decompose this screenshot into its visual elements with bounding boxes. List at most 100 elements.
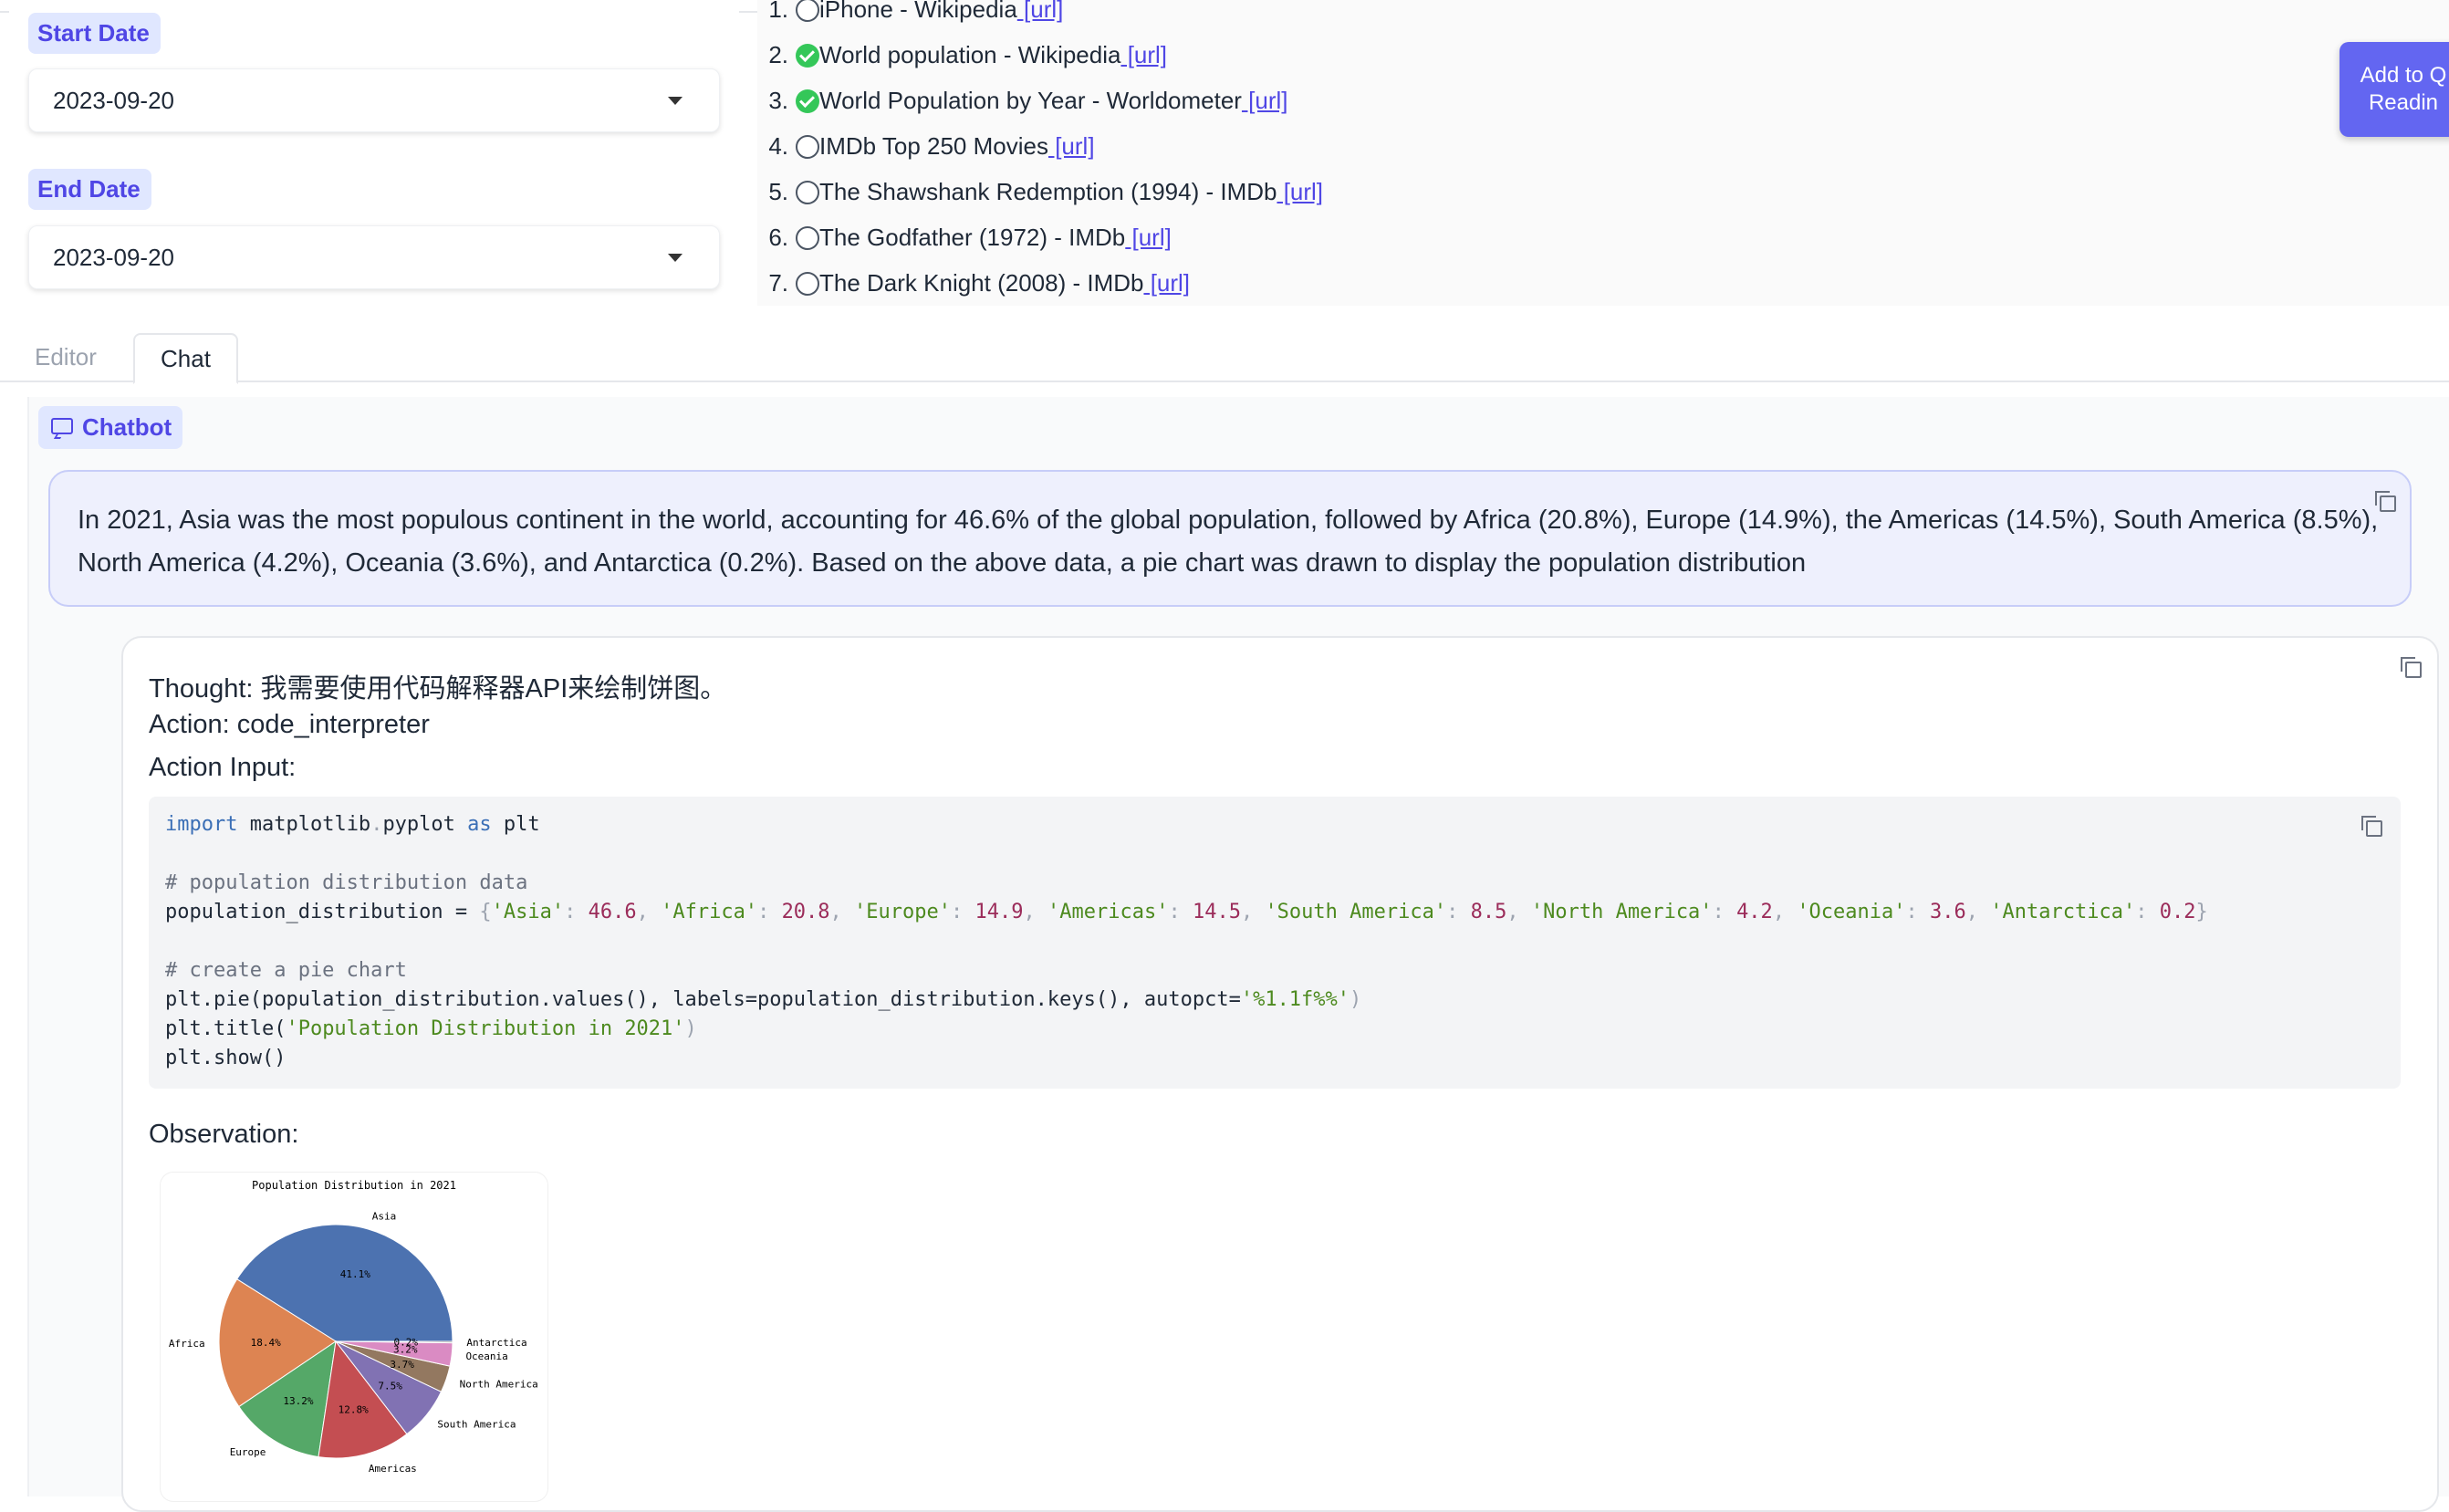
result-title: World Population by Year - Worldometer	[819, 87, 1242, 114]
bot-action: Action: code_interpreter	[149, 710, 430, 739]
tab-chat[interactable]: Chat	[133, 333, 238, 384]
bot-action-input-label: Action Input:	[149, 753, 297, 782]
pie-percent-label: 3.7%	[390, 1359, 414, 1371]
code-module: matplotlib	[237, 813, 371, 836]
result-url-link[interactable]: [url]	[1242, 87, 1287, 114]
empty-circle-icon[interactable]	[796, 272, 819, 296]
result-url-link[interactable]: [url]	[1048, 132, 1094, 160]
code-string: 'Oceania'	[1797, 901, 1906, 923]
code-number: 14.9	[974, 901, 1024, 923]
result-title: IMDb Top 250 Movies	[819, 132, 1048, 160]
start-date-label: Start Date	[28, 13, 161, 54]
code-pie-call: plt.pie(population_distribution.values()…	[165, 988, 1241, 1011]
code-line-2: # population distribution data	[165, 871, 528, 894]
code-number: 0.2	[2159, 901, 2196, 923]
result-url-link[interactable]: [url]	[1120, 41, 1167, 68]
code-colon: :	[1168, 901, 1193, 923]
end-date-value: 2023-09-20	[53, 244, 174, 271]
pie-percent-label: 7.5%	[378, 1380, 402, 1392]
code-colon: :	[1905, 901, 1931, 923]
chatbot-label: Chatbot	[38, 406, 183, 449]
code-module-2: pyplot	[382, 813, 468, 836]
code-string: 'Europe'	[854, 901, 952, 923]
code-colon: :	[951, 901, 975, 923]
code-assign: population_distribution =	[165, 901, 480, 923]
empty-circle-icon[interactable]	[796, 0, 819, 22]
start-date-value: 2023-09-20	[53, 87, 174, 114]
result-item: 1. iPhone - Wikipedia [url]	[766, 0, 1063, 24]
code-string: 'South America'	[1265, 901, 1447, 923]
pie-percent-label: 13.2%	[283, 1395, 313, 1407]
add-to-reading-button[interactable]: Add to Q Readin	[2340, 42, 2449, 137]
code-line-1: import matplotlib.pyplot as plt	[165, 813, 540, 836]
result-number: 5.	[768, 178, 788, 205]
code-string: 'Asia'	[491, 901, 565, 923]
code-number: 14.5	[1192, 901, 1241, 923]
code-string: '%1.1f%%'	[1240, 988, 1350, 1011]
result-title: The Dark Knight (2008) - IMDb	[819, 269, 1144, 297]
result-item: 4. IMDb Top 250 Movies [url]	[766, 131, 1094, 161]
code-comma: ,	[1240, 901, 1266, 923]
chevron-down-icon	[668, 97, 683, 105]
copy-icon[interactable]	[2401, 657, 2422, 678]
pie-category-label: Oceania	[465, 1350, 507, 1362]
result-item: 5. The Shawshank Redemption (1994) - IMDb…	[766, 177, 1323, 206]
code-paren: )	[684, 1017, 697, 1040]
code-number: 4.2	[1736, 901, 1773, 923]
check-circle-icon[interactable]	[796, 44, 819, 68]
empty-circle-icon[interactable]	[796, 135, 819, 159]
pie-category-label: Asia	[372, 1210, 397, 1222]
result-url-link[interactable]: [url]	[1143, 269, 1190, 297]
code-alias: plt	[491, 813, 540, 836]
result-url-link[interactable]: [url]	[1125, 224, 1171, 251]
pie-percent-label: 12.8%	[339, 1403, 369, 1415]
empty-circle-icon[interactable]	[796, 181, 819, 204]
code-brace: }	[2195, 901, 2208, 923]
code-line-7: plt.show()	[165, 1047, 287, 1069]
end-date-select[interactable]: 2023-09-20	[28, 225, 720, 289]
end-date-label: End Date	[28, 169, 151, 210]
code-string: 'Americas'	[1047, 901, 1169, 923]
user-message: In 2021, Asia was the most populous cont…	[48, 470, 2412, 607]
tab-editor[interactable]: Editor	[9, 333, 122, 381]
code-number: 46.6	[588, 901, 637, 923]
bot-observation-label: Observation:	[149, 1120, 299, 1149]
code-line-5: plt.pie(population_distribution.values()…	[165, 988, 1361, 1011]
check-circle-icon[interactable]	[796, 89, 819, 113]
code-comma: ,	[1772, 901, 1798, 923]
pie-percent-label: 18.4%	[251, 1337, 281, 1349]
result-title: iPhone - Wikipedia	[819, 0, 1017, 23]
result-item: 7. The Dark Knight (2008) - IMDb [url]	[766, 268, 1190, 297]
pie-category-label: North America	[460, 1378, 538, 1390]
result-url-link[interactable]: [url]	[1017, 0, 1063, 23]
copy-icon[interactable]	[2361, 816, 2382, 837]
result-url-link[interactable]: [url]	[1277, 178, 1323, 205]
pie-category-label: Africa	[169, 1338, 205, 1350]
result-number: 4.	[768, 132, 788, 160]
result-number: 1.	[768, 0, 788, 23]
code-string: 'Africa'	[661, 901, 758, 923]
pie-chart-image: Population Distribution in 2021 41.1% Asia…	[161, 1173, 547, 1501]
pie-category-label: Antarctica	[466, 1337, 526, 1349]
result-item: 6. The Godfather (1972) - IMDb [url]	[766, 223, 1172, 252]
add-button-line-2: Readin	[2368, 90, 2439, 115]
code-paren: )	[1350, 988, 1362, 1011]
code-comma: ,	[1023, 901, 1047, 923]
empty-circle-icon[interactable]	[796, 226, 819, 250]
code-colon: :	[2135, 901, 2160, 923]
pie-chart: Population Distribution in 2021 41.1% Asia…	[169, 1179, 538, 1475]
code-line-3: population_distribution = {'Asia': 46.6,…	[165, 901, 2208, 923]
code-number: 3.6	[1930, 901, 1966, 923]
code-string: 'Antarctica'	[1990, 901, 2136, 923]
start-date-select[interactable]: 2023-09-20	[28, 68, 720, 132]
result-title: The Shawshank Redemption (1994) - IMDb	[819, 178, 1277, 205]
code-comma: ,	[1506, 901, 1531, 923]
pie-category-label: Americas	[369, 1463, 417, 1475]
code-comma: ,	[636, 901, 662, 923]
result-item: 2. World population - Wikipedia [url]	[766, 40, 1167, 69]
code-number: 20.8	[781, 901, 830, 923]
pie-category-label: South America	[437, 1418, 516, 1430]
copy-icon[interactable]	[2375, 491, 2396, 512]
code-line-4: # create a pie chart	[165, 959, 407, 982]
tab-bar: Editor Chat	[0, 333, 2449, 384]
